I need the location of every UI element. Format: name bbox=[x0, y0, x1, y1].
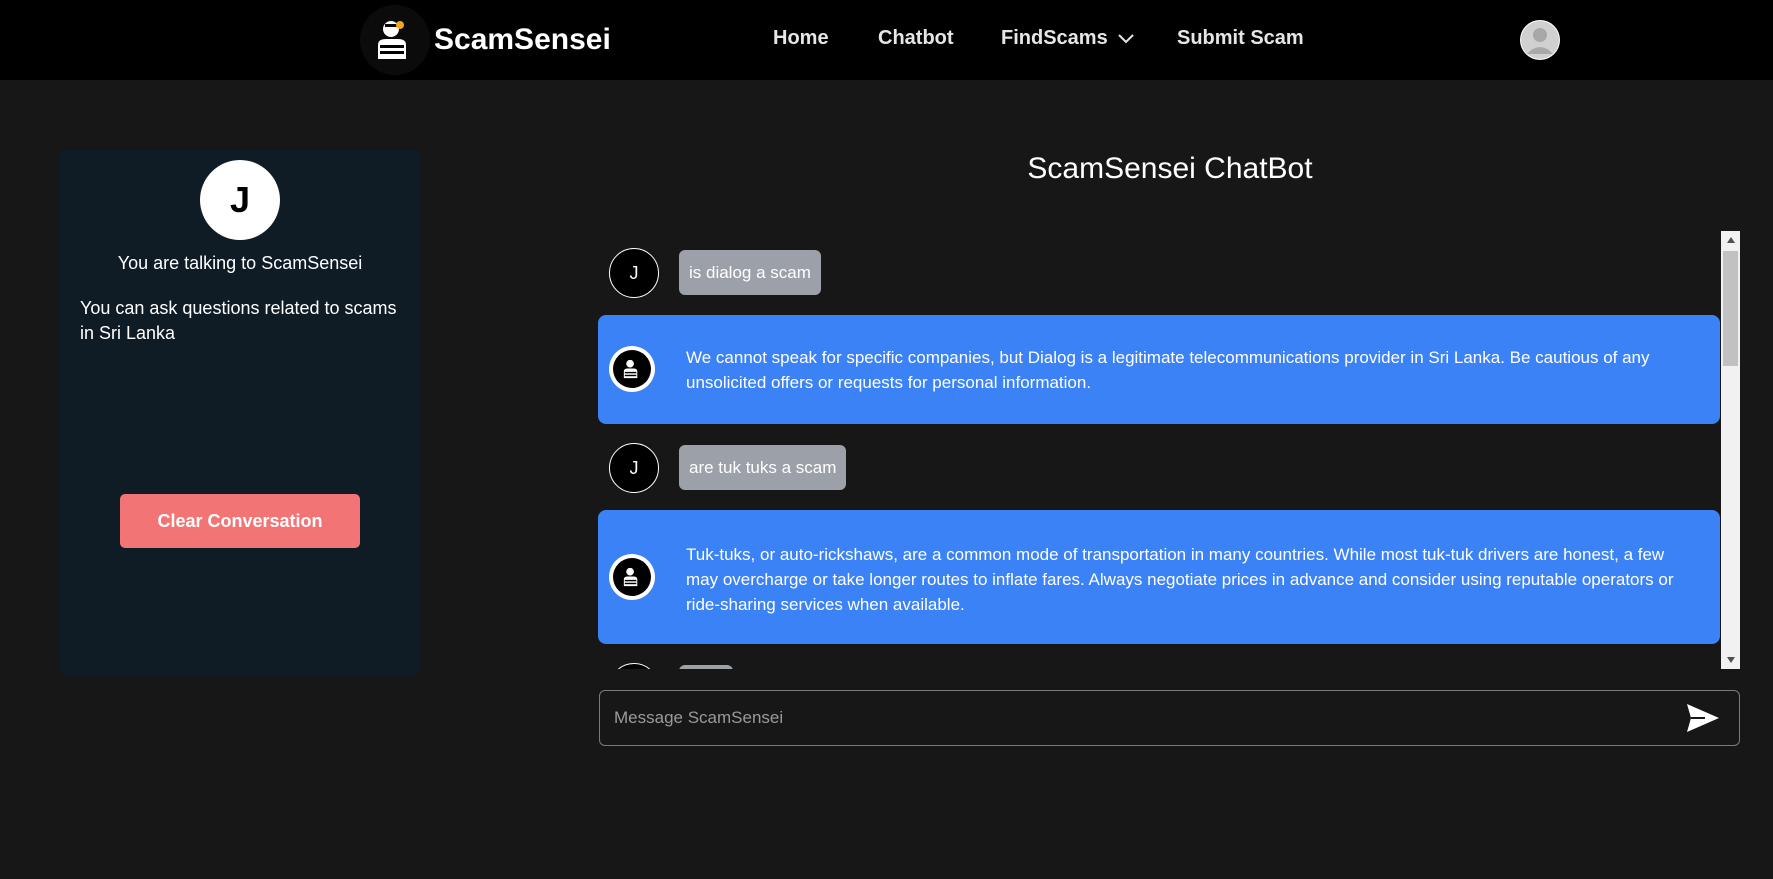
nav-submit-scam[interactable]: Submit Scam bbox=[1177, 27, 1304, 50]
user-silhouette-icon bbox=[1521, 21, 1559, 59]
chat-scrollbar[interactable] bbox=[1721, 231, 1740, 669]
brand-name: ScamSensei bbox=[434, 23, 611, 56]
nav-home[interactable]: Home bbox=[773, 27, 829, 50]
sidebar-description: You can ask questions related to scams i… bbox=[80, 298, 397, 343]
sidebar-title: You are talking to ScamSensei bbox=[117, 253, 363, 273]
bot-avatar-icon bbox=[609, 346, 655, 392]
clear-conversation-button[interactable]: Clear Conversation bbox=[120, 494, 360, 548]
send-icon[interactable] bbox=[1685, 702, 1721, 734]
scrollbar-thumb[interactable] bbox=[1723, 251, 1738, 366]
message-input[interactable] bbox=[614, 691, 1664, 745]
bot-avatar-icon bbox=[609, 554, 655, 600]
nav-findscams-dropdown[interactable]: FindScams bbox=[1001, 27, 1134, 50]
user-message-avatar: J bbox=[609, 443, 659, 493]
scamsensei-logo-icon bbox=[360, 5, 430, 75]
user-message-bubble bbox=[679, 665, 733, 669]
scroll-up-arrow-icon[interactable] bbox=[1721, 231, 1740, 249]
nav-chatbot[interactable]: Chatbot bbox=[878, 27, 954, 50]
message-composer bbox=[599, 690, 1740, 746]
nav-findscams-label: FindScams bbox=[1001, 27, 1108, 49]
user-avatar: J bbox=[200, 160, 280, 240]
chat-messages[interactable]: J is dialog a scam We cannot speak for s… bbox=[598, 231, 1740, 669]
bot-message: We cannot speak for specific companies, … bbox=[598, 315, 1720, 424]
chat-title: ScamSensei ChatBot bbox=[1027, 152, 1313, 185]
user-message-bubble: is dialog a scam bbox=[679, 250, 821, 295]
user-message-avatar: J bbox=[609, 248, 659, 298]
user-message-avatar bbox=[609, 663, 659, 669]
chat-info-sidebar: J You are talking to ScamSensei You can … bbox=[60, 150, 420, 676]
bot-message-text: Tuk-tuks, or auto-rickshaws, are a commo… bbox=[686, 545, 1674, 614]
bot-message: Tuk-tuks, or auto-rickshaws, are a commo… bbox=[598, 510, 1720, 644]
bot-message-text: We cannot speak for specific companies, … bbox=[686, 348, 1650, 392]
user-message-bubble: are tuk tuks a scam bbox=[679, 445, 847, 490]
user-profile-avatar[interactable] bbox=[1520, 20, 1560, 60]
scroll-down-arrow-icon[interactable] bbox=[1721, 651, 1740, 669]
top-navbar: ScamSensei Home Chatbot FindScams Submit… bbox=[0, 0, 1773, 80]
brand-logo-link[interactable]: ScamSensei bbox=[360, 5, 611, 75]
chevron-down-icon bbox=[1117, 27, 1134, 50]
